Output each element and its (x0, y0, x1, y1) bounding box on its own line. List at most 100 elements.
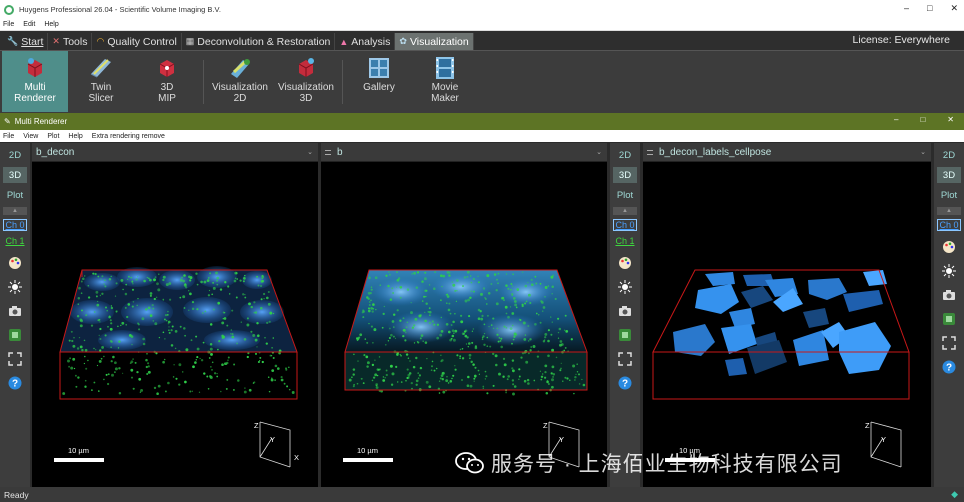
snapshot-icon[interactable] (7, 327, 23, 343)
scroll-up-button[interactable]: ▲ (613, 207, 637, 215)
mode-2d-button[interactable]: 2D (937, 147, 961, 163)
mode-plot-button[interactable]: Plot (937, 187, 961, 203)
light-icon[interactable] (617, 279, 633, 295)
channel-0-toggle[interactable]: Ch 0 (3, 219, 27, 231)
gallery-button[interactable]: Gallery (346, 51, 412, 112)
palette-icon[interactable] (7, 255, 23, 271)
spot (557, 331, 560, 334)
menu-help[interactable]: Help (44, 21, 58, 28)
mode-3d-button[interactable]: 3D (3, 167, 27, 183)
tab-start[interactable]: 🔧 Start (3, 33, 49, 50)
light-icon[interactable] (7, 279, 23, 295)
viewport-header: b_decon ⌄ (32, 143, 318, 162)
submenu-file[interactable]: File (3, 133, 14, 140)
camera-icon[interactable] (617, 303, 633, 319)
chevron-down-icon[interactable]: ⌄ (307, 148, 313, 156)
mode-plot-button[interactable]: Plot (613, 187, 637, 203)
scroll-up-button[interactable]: ▲ (937, 207, 961, 215)
spot (451, 281, 454, 283)
camera-icon[interactable] (7, 303, 23, 319)
mode-2d-button[interactable]: 2D (3, 147, 27, 163)
snapshot-icon[interactable] (941, 311, 957, 327)
menu-lines-icon[interactable] (325, 149, 331, 155)
spot (527, 293, 531, 297)
submenu-help[interactable]: Help (68, 133, 82, 140)
spot (171, 325, 174, 328)
spot (480, 292, 483, 296)
side-toolbar-left: 2D 3D Plot ▲ Ch 0 Ch 1 ? (0, 143, 30, 487)
minimize-button[interactable]: – (904, 3, 909, 14)
spot (482, 287, 486, 290)
maximize-button[interactable]: □ (927, 3, 932, 14)
spot (542, 373, 544, 375)
viewport-header: b_decon_labels_cellpose ⌄ (643, 143, 931, 162)
spot (397, 381, 399, 383)
viewport-title[interactable]: b (337, 147, 343, 158)
spot (473, 377, 476, 380)
channel-1-toggle[interactable]: Ch 1 (3, 235, 27, 247)
help-icon[interactable]: ? (7, 375, 23, 391)
snapshot-icon[interactable] (617, 327, 633, 343)
chevron-down-icon[interactable]: ⌄ (920, 148, 926, 156)
tab-tools[interactable]: ✕ Tools (48, 33, 93, 50)
spot (550, 333, 553, 336)
camera-icon[interactable] (941, 287, 957, 303)
viewport-title[interactable]: b_decon_labels_cellpose (659, 147, 771, 158)
sub-minimize-button[interactable]: – (894, 115, 898, 124)
channel-0-toggle[interactable]: Ch 0 (613, 219, 637, 231)
menu-edit[interactable]: Edit (23, 21, 35, 28)
spot (114, 367, 118, 371)
menu-lines-icon[interactable] (647, 149, 653, 155)
viewport-b-decon[interactable]: b_decon ⌄ 10 µm Z Y X (32, 143, 318, 487)
3d-mip-button[interactable]: 3D MIP (134, 51, 200, 112)
spot (449, 312, 452, 315)
help-icon[interactable]: ? (941, 359, 957, 375)
channel-1-toggle[interactable]: Ch 1 (613, 235, 637, 247)
mode-2d-button[interactable]: 2D (613, 147, 637, 163)
chevron-down-icon[interactable]: ⌄ (596, 148, 602, 156)
twin-slicer-button[interactable]: Twin Slicer (68, 51, 134, 112)
tab-analysis[interactable]: ▲ Analysis (335, 33, 396, 50)
spot (542, 306, 546, 309)
spot (509, 306, 512, 308)
spot (130, 368, 134, 372)
fit-view-icon[interactable] (941, 335, 957, 351)
spot (477, 281, 480, 284)
multi-renderer-button[interactable]: Multi Renderer (2, 51, 68, 112)
spot (544, 332, 548, 336)
spot (367, 297, 370, 300)
viewport-b[interactable]: b ⌄ 10 µm Z Y (321, 143, 607, 487)
spot (528, 352, 530, 355)
mode-plot-button[interactable]: Plot (3, 187, 27, 203)
palette-icon[interactable] (941, 239, 957, 255)
fit-view-icon[interactable] (7, 351, 23, 367)
visualization-3d-button[interactable]: Visualization 3D (273, 51, 339, 112)
sub-maximize-button[interactable]: □ (920, 115, 925, 124)
submenu-extra-rendering-remove[interactable]: Extra rendering remove (92, 133, 165, 140)
close-button[interactable]: ✕ (950, 3, 958, 14)
spot (392, 335, 395, 338)
fit-view-icon[interactable] (617, 351, 633, 367)
help-icon[interactable]: ? (617, 375, 633, 391)
submenu-plot[interactable]: Plot (47, 133, 59, 140)
tab-quality-control[interactable]: ◠ Quality Control (92, 33, 182, 50)
mode-3d-button[interactable]: 3D (937, 167, 961, 183)
submenu-view[interactable]: View (23, 133, 38, 140)
spot (456, 290, 458, 292)
spot (101, 345, 105, 349)
viewport-title[interactable]: b_decon (36, 147, 74, 158)
movie-maker-button[interactable]: Movie Maker (412, 51, 478, 112)
channel-0-toggle[interactable]: Ch 0 (937, 219, 961, 231)
palette-icon[interactable] (617, 255, 633, 271)
spot (121, 321, 125, 325)
viewport-b-decon-labels-cellpose[interactable]: b_decon_labels_cellpose ⌄ 10 µm Z Y (643, 143, 931, 487)
mode-3d-button[interactable]: 3D (613, 167, 637, 183)
visualization-2d-button[interactable]: Visualization 2D (207, 51, 273, 112)
menu-file[interactable]: File (3, 21, 14, 28)
sub-close-button[interactable]: ✕ (947, 115, 954, 124)
tab-visualization[interactable]: ✿ Visualization (395, 33, 474, 50)
tab-deconvolution[interactable]: ▦ Deconvolution & Restoration (182, 33, 336, 50)
light-icon[interactable] (941, 263, 957, 279)
scroll-up-button[interactable]: ▲ (3, 207, 27, 215)
spot (131, 280, 134, 283)
